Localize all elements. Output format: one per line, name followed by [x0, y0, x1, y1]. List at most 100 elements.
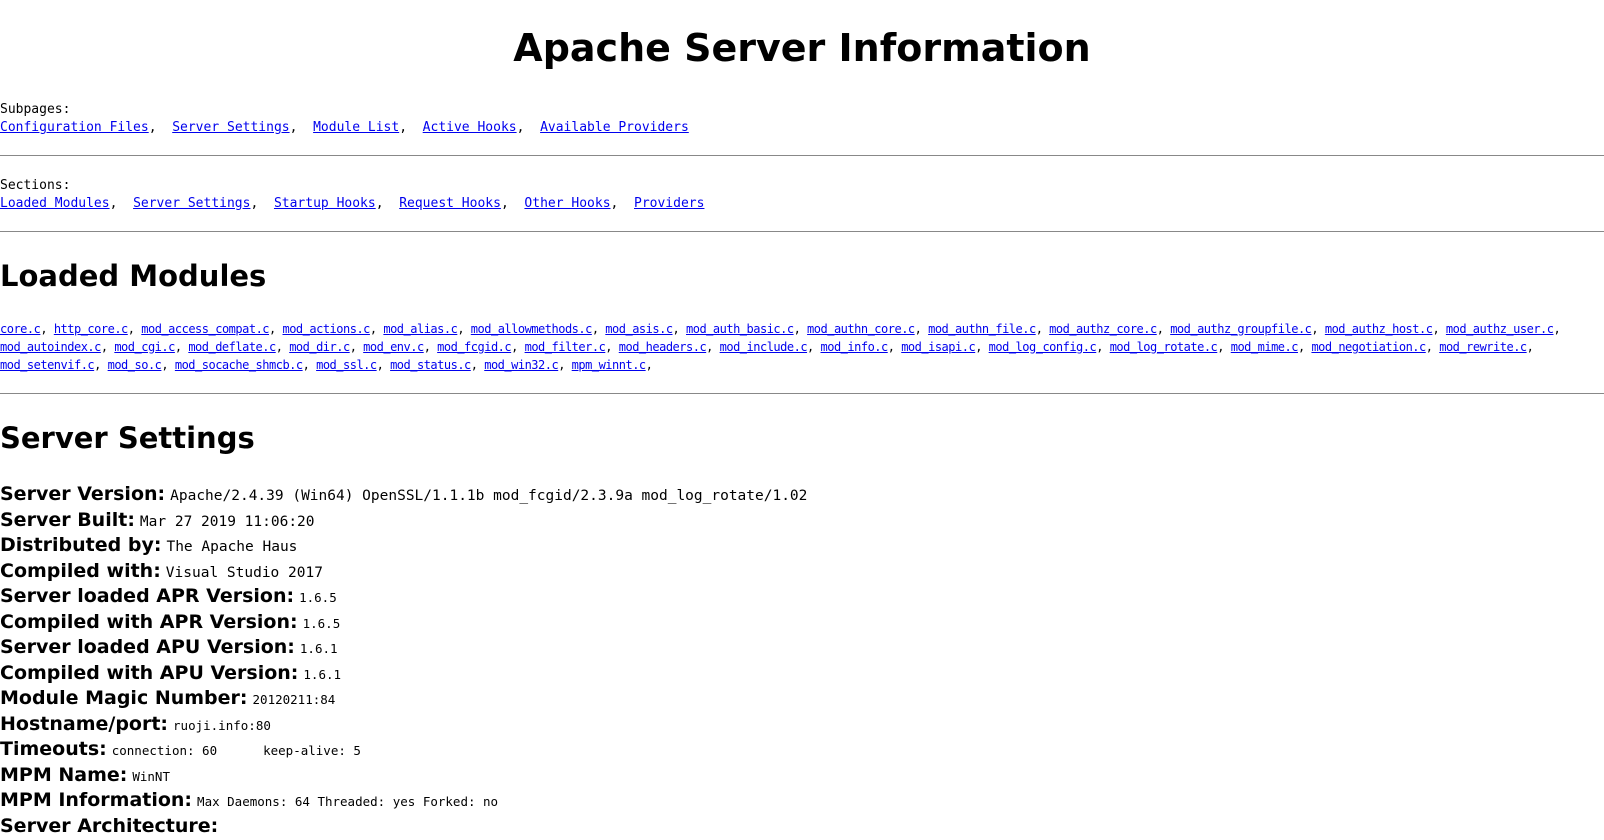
setting-value: The Apache Haus — [166, 539, 298, 555]
module-link[interactable]: core.c — [0, 322, 41, 336]
subpage-link-module-list[interactable]: Module List — [313, 120, 399, 135]
module-link[interactable]: mod_authz_host.c — [1325, 322, 1433, 336]
setting-label: Server Built: — [0, 508, 135, 531]
section-link-other-hooks[interactable]: Other Hooks — [524, 196, 610, 211]
divider — [0, 231, 1604, 232]
section-link-loaded-modules[interactable]: Loaded Modules — [0, 196, 110, 211]
setting-compiled-apu: Compiled with APU Version: 1.6.1 — [0, 661, 1604, 687]
module-link[interactable]: mod_log_rotate.c — [1110, 340, 1218, 354]
setting-label: Server Architecture: — [0, 814, 219, 837]
subpage-link-config-files[interactable]: Configuration Files — [0, 120, 149, 135]
setting-value: WinNT — [132, 768, 170, 784]
setting-label: Server loaded APU Version: — [0, 636, 295, 658]
setting-label: Hostname/port: — [0, 712, 169, 735]
module-link[interactable]: mod_auth_basic.c — [686, 322, 794, 336]
subpages-label: Subpages: — [0, 102, 71, 117]
module-link[interactable]: mod_autoindex.c — [0, 340, 101, 354]
module-link[interactable]: mod_asis.c — [605, 322, 673, 336]
subpage-link-server-settings[interactable]: Server Settings — [172, 120, 289, 135]
setting-loaded-apr: Server loaded APR Version: 1.6.5 — [0, 584, 1604, 610]
section-link-server-settings[interactable]: Server Settings — [133, 196, 250, 211]
module-link[interactable]: mod_authz_groupfile.c — [1170, 322, 1312, 336]
module-link[interactable]: mod_deflate.c — [188, 340, 276, 354]
setting-hostname-port: Hostname/port: ruoji.info:80 — [0, 712, 1604, 738]
module-link[interactable]: mod_actions.c — [282, 322, 370, 336]
module-link[interactable]: mod_log_config.c — [989, 340, 1097, 354]
module-link[interactable]: mod_include.c — [720, 340, 808, 354]
module-link[interactable]: mod_authn_file.c — [928, 322, 1036, 336]
setting-magic-number: Module Magic Number: 20120211:84 — [0, 686, 1604, 712]
module-link[interactable]: mpm_winnt.c — [572, 358, 646, 372]
setting-distributed-by: Distributed by: The Apache Haus — [0, 533, 1604, 559]
setting-label: Distributed by: — [0, 534, 162, 556]
setting-server-built: Server Built: Mar 27 2019 11:06:20 — [0, 508, 1604, 534]
setting-label: Timeouts: — [0, 738, 107, 760]
sections-label: Sections: — [0, 178, 71, 193]
module-link[interactable]: mod_authn_core.c — [807, 322, 915, 336]
module-link[interactable]: mod_fcgid.c — [437, 340, 511, 354]
setting-label: MPM Information: — [0, 789, 193, 811]
setting-timeouts: Timeouts: connection: 60 keep-alive: 5 — [0, 737, 1604, 763]
setting-compiled-with: Compiled with: Visual Studio 2017 — [0, 559, 1604, 585]
module-link[interactable]: mod_filter.c — [525, 340, 606, 354]
module-link[interactable]: mod_cgi.c — [114, 340, 175, 354]
setting-value: Apache/2.4.39 (Win64) OpenSSL/1.1.1b mod… — [170, 488, 808, 504]
module-link[interactable]: http_core.c — [54, 322, 128, 336]
setting-label: Server loaded APR Version: — [0, 585, 295, 607]
module-link[interactable]: mod_mime.c — [1231, 340, 1299, 354]
subpage-link-active-hooks[interactable]: Active Hooks — [423, 120, 517, 135]
module-link[interactable]: mod_allowmethods.c — [471, 322, 593, 336]
section-link-providers[interactable]: Providers — [634, 196, 704, 211]
module-link[interactable]: mod_rewrite.c — [1439, 340, 1527, 354]
setting-value: Visual Studio 2017 — [165, 564, 323, 581]
setting-value: 1.6.1 — [299, 641, 338, 656]
setting-value: Mar 27 2019 11:06:20 — [139, 513, 315, 530]
setting-label: Compiled with APR Version: — [0, 610, 298, 633]
divider — [0, 155, 1604, 156]
setting-value: 1.6.5 — [302, 615, 341, 631]
section-link-request-hooks[interactable]: Request Hooks — [399, 196, 501, 211]
setting-value: 20120211:84 — [252, 692, 336, 707]
setting-value-connection: connection: 60 — [111, 743, 218, 758]
divider — [0, 393, 1604, 394]
server-settings-heading: Server Settings — [0, 421, 255, 455]
subpages-links: Configuration Files, Server Settings, Mo… — [0, 120, 689, 135]
module-link[interactable]: mod_socache_shmcb.c — [175, 358, 303, 372]
setting-server-version: Server Version: Apache/2.4.39 (Win64) Ope… — [0, 482, 1604, 508]
module-link[interactable]: mod_isapi.c — [901, 340, 975, 354]
module-link[interactable]: mod_info.c — [821, 340, 889, 354]
setting-value: 1.6.1 — [303, 666, 342, 682]
setting-value-keep-alive: keep-alive: 5 — [263, 743, 361, 758]
module-link[interactable]: mod_negotiation.c — [1311, 340, 1426, 354]
setting-server-architecture: Server Architecture: — [0, 814, 1604, 840]
page-title: Apache Server Information — [513, 26, 1091, 70]
sections-nav: Sections: Loaded Modules, Server Setting… — [0, 177, 704, 213]
setting-value: ruoji.info:80 — [173, 717, 271, 733]
module-link[interactable]: mod_authz_user.c — [1446, 322, 1554, 336]
setting-label: MPM Name: — [0, 763, 128, 786]
module-link[interactable]: mod_setenvif.c — [0, 358, 95, 372]
setting-label: Compiled with: — [0, 559, 161, 582]
setting-label: Server Version: — [0, 483, 166, 505]
module-link[interactable]: mod_win32.c — [484, 358, 558, 372]
setting-value: Max Daemons: 64 Threaded: yes Forked: no — [197, 794, 499, 809]
module-link[interactable]: mod_status.c — [390, 358, 471, 372]
module-link[interactable]: mod_access_compat.c — [141, 322, 269, 336]
setting-label: Module Magic Number: — [0, 687, 248, 709]
loaded-modules-heading: Loaded Modules — [0, 259, 267, 293]
module-link[interactable]: mod_ssl.c — [316, 358, 377, 372]
module-link[interactable]: mod_so.c — [108, 358, 162, 372]
module-link[interactable]: mod_authz_core.c — [1049, 322, 1157, 336]
setting-loaded-apu: Server loaded APU Version: 1.6.1 — [0, 635, 1604, 661]
setting-value: 1.6.5 — [299, 590, 337, 605]
module-list: core.c, http_core.c, mod_access_compat.c… — [0, 322, 1561, 372]
module-link[interactable]: mod_dir.c — [289, 340, 350, 354]
server-settings-list: Server Version: Apache/2.4.39 (Win64) Ope… — [0, 482, 1604, 839]
setting-label: Compiled with APU Version: — [0, 661, 299, 684]
section-link-startup-hooks[interactable]: Startup Hooks — [274, 196, 376, 211]
setting-mpm-name: MPM Name: WinNT — [0, 763, 1604, 789]
module-link[interactable]: mod_headers.c — [619, 340, 707, 354]
subpage-link-available-providers[interactable]: Available Providers — [540, 120, 689, 135]
module-link[interactable]: mod_env.c — [363, 340, 424, 354]
module-link[interactable]: mod_alias.c — [383, 322, 457, 336]
